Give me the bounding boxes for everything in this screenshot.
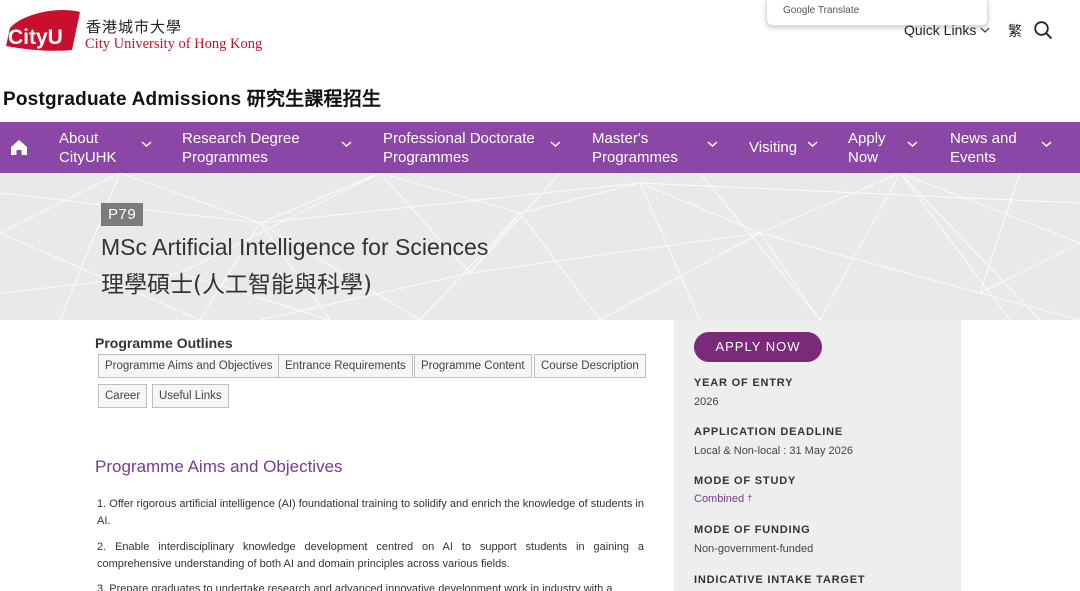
year-of-entry-value: 2026 <box>694 396 719 408</box>
chevron-down-icon <box>141 141 152 148</box>
nav-item-visiting[interactable]: Visiting <box>749 122 821 173</box>
home-icon[interactable] <box>8 136 30 158</box>
nav-item-masters[interactable]: Master's Programmes <box>592 122 722 173</box>
apply-now-button[interactable]: APPLY NOW <box>694 332 822 362</box>
logo-mark-text: CityU <box>8 26 63 49</box>
chevron-down-icon <box>907 141 918 148</box>
outline-tag-course-description[interactable]: Course Description <box>534 354 646 378</box>
chevron-down-icon <box>341 141 352 148</box>
nav-item-professional-doctorate[interactable]: Professional Doctorate Programmes <box>383 122 563 173</box>
cityu-logo[interactable]: CityU 香港城市大學 City University of Hong Kon… <box>2 6 302 56</box>
cityu-logo-mark-icon: CityU <box>6 9 80 51</box>
chevron-down-icon <box>550 141 561 148</box>
nav-item-label: Apply Now <box>848 129 886 166</box>
application-deadline-value: Local & Non-local : 31 May 2026 <box>694 445 853 457</box>
nav-item-label: News and Events <box>950 129 1017 166</box>
indicative-intake-label: INDICATIVE INTAKE TARGET <box>694 574 866 586</box>
language-toggle[interactable]: 繁 <box>1008 21 1022 41</box>
nav-item-label: About CityUHK <box>59 129 117 166</box>
section-title-aims: Programme Aims and Objectives <box>95 457 343 476</box>
dagger-footnote-mark: † <box>747 493 753 503</box>
google-translate-label: Google Translate <box>783 5 860 16</box>
programme-title-cn: 理學碩士(人工智能與科學) <box>101 272 372 298</box>
main-nav: About CityUHK Research Degree Programmes… <box>0 122 1080 173</box>
outline-tag-aims[interactable]: Programme Aims and Objectives <box>98 354 280 378</box>
chevron-down-icon <box>807 141 818 148</box>
quick-links-dropdown[interactable]: Quick Links <box>904 22 990 38</box>
nav-item-research-degree[interactable]: Research Degree Programmes <box>182 122 357 173</box>
chevron-down-icon <box>707 141 718 148</box>
logo-chinese-name: 香港城市大學 <box>86 18 183 36</box>
mode-of-study-label: MODE OF STUDY <box>694 475 797 487</box>
nav-item-about[interactable]: About CityUHK <box>59 122 169 173</box>
site-title[interactable]: Postgraduate Admissions 研究生課程招生 <box>3 84 381 111</box>
mode-of-study-text: Combined <box>694 493 745 505</box>
programme-outlines-title: Programme Outlines <box>95 335 233 351</box>
application-deadline-label: APPLICATION DEADLINE <box>694 426 844 438</box>
aim-paragraph-2: 2. Enable interdisciplinary knowledge de… <box>97 541 644 570</box>
nav-item-label: Research Degree Programmes <box>182 129 300 166</box>
chevron-down-icon <box>980 27 990 33</box>
nav-item-label: Professional Doctorate Programmes <box>383 129 535 166</box>
outline-tag-useful-links[interactable]: Useful Links <box>152 384 229 408</box>
nav-item-news-events[interactable]: News and Events <box>950 122 1058 173</box>
mode-of-study-value[interactable]: Combined † <box>694 493 752 505</box>
outline-tag-career[interactable]: Career <box>98 384 148 408</box>
mode-of-funding-value: Non-government-funded <box>694 543 814 555</box>
outline-tag-entrance[interactable]: Entrance Requirements <box>278 354 413 378</box>
programme-info-sidebar: APPLY NOW YEAR OF ENTRY 2026 APPLICATION… <box>674 320 961 591</box>
year-of-entry-label: YEAR OF ENTRY <box>694 377 794 389</box>
programme-title-en: MSc Artificial Intelligence for Sciences <box>101 234 489 260</box>
logo-english-name: City University of Hong Kong <box>85 36 263 52</box>
programme-code-badge: P79 <box>101 203 144 226</box>
nav-item-label: Master's Programmes <box>592 129 678 166</box>
nav-item-apply-now[interactable]: Apply Now <box>848 122 923 173</box>
quick-links-label: Quick Links <box>904 22 977 38</box>
aim-paragraph-1: 1. Offer rigorous artificial intelligenc… <box>97 498 644 527</box>
chevron-down-icon <box>1041 141 1052 148</box>
programme-hero: P79 MSc Artificial Intelligence for Scie… <box>0 173 1080 320</box>
search-icon[interactable] <box>1033 20 1053 40</box>
nav-item-label: Visiting <box>749 139 798 156</box>
site-header: CityU 香港城市大學 City University of Hong Kon… <box>0 0 1080 122</box>
mode-of-funding-label: MODE OF FUNDING <box>694 524 811 536</box>
aim-paragraph-3: 3. Prepare graduates to undertake resear… <box>97 583 613 591</box>
outline-tag-content[interactable]: Programme Content <box>414 354 532 378</box>
